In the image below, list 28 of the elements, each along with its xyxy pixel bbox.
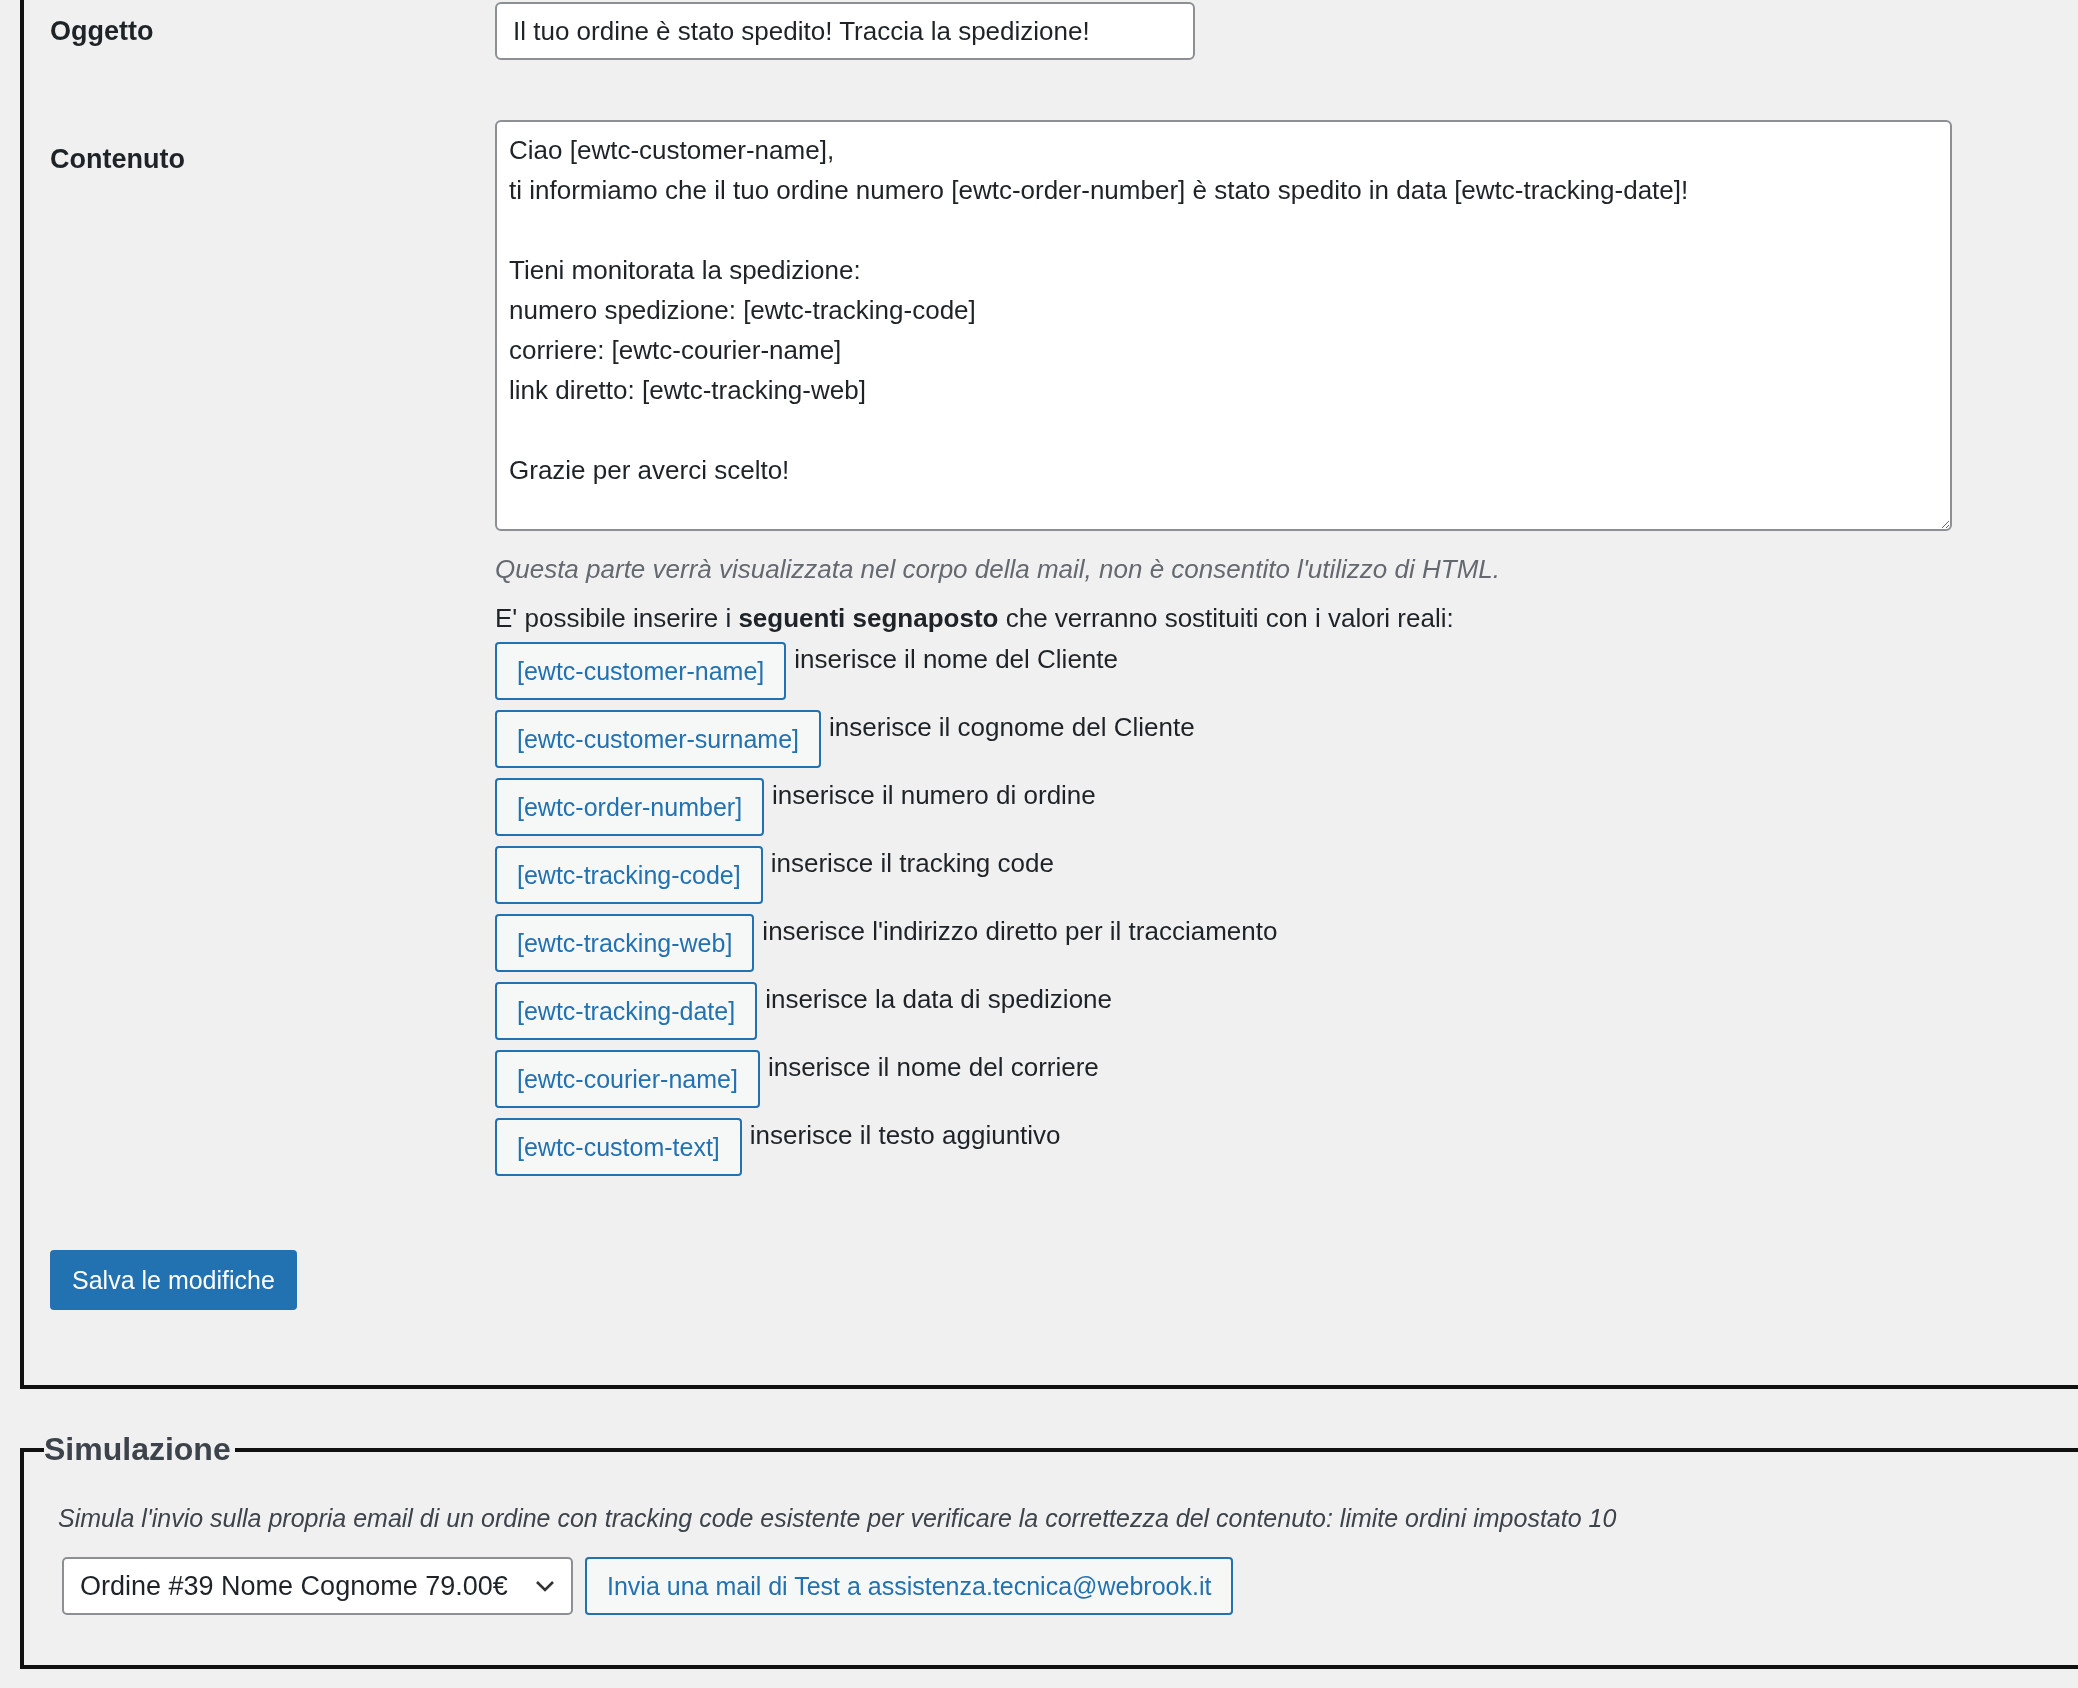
placeholder-description: inserisce il nome del corriere xyxy=(767,1052,1099,1083)
placeholder-description: inserisce il nome del Cliente xyxy=(794,644,1118,675)
placeholder-tag-button[interactable]: [ewtc-order-number] xyxy=(495,778,765,836)
subject-field[interactable]: Il tuo ordine è stato spedito! Traccia la spedizione! xyxy=(495,2,1195,60)
placeholder-description: inserisce il testo aggiuntivo xyxy=(749,1120,1061,1151)
order-select[interactable]: Ordine #39 Nome Cognome 79.00€ xyxy=(62,1557,573,1615)
placeholder-tag-button[interactable]: [ewtc-courier-name] xyxy=(495,1050,760,1108)
placeholder-description: inserisce il cognome del Cliente xyxy=(829,712,1195,743)
placeholders-intro: E' possibile inserire i seguenti segnaposto che verranno sostituiti con i valori reali: xyxy=(495,603,1455,634)
placeholder-tag-button[interactable]: [ewtc-tracking-code] xyxy=(495,846,763,904)
placeholder-tag-button[interactable]: [ewtc-customer-surname] xyxy=(495,710,822,768)
chevron-down-icon xyxy=(535,1580,555,1592)
placeholder-description: inserisce il tracking code xyxy=(770,848,1054,879)
placeholder-description: inserisce l'indirizzo diretto per il tracciamento xyxy=(762,916,1278,947)
simulation-description: Simula l'invio sulla propria email di un ordine con tracking code esistente per verificare la correttezza del contenuto: limite ordini impostato 10 xyxy=(58,1504,1618,1533)
content-label: Contenuto xyxy=(50,143,186,176)
send-test-button[interactable]: Invia una mail di Test a assistenza.tecnica@webrook.it xyxy=(585,1557,1234,1615)
placeholder-tag-button[interactable]: [ewtc-custom-text] xyxy=(495,1118,742,1176)
content-description: Questa parte verrà visualizzata nel corpo della mail, non è consentito l'utilizzo di HTML. xyxy=(495,554,1501,585)
simulation-title: Simulazione xyxy=(44,1431,232,1468)
placeholder-tag-button[interactable]: [ewtc-customer-name] xyxy=(495,642,787,700)
subject-label: Oggetto xyxy=(50,15,155,48)
placeholder-tag-button[interactable]: [ewtc-tracking-date] xyxy=(495,982,758,1040)
placeholder-description: inserisce la data di spedizione xyxy=(765,984,1112,1015)
placeholder-description: inserisce il numero di ordine xyxy=(772,780,1096,811)
save-button[interactable]: Salva le modifiche xyxy=(50,1250,297,1310)
content-textarea[interactable]: Ciao [ewtc-customer-name], ti informiamo che il tuo ordine numero [ewtc-order-number] è stato spedito in data [ewtc-tracking-date]! Tieni monitorata la spedizione: numero spedizione: [ewtc-tracking-code] corriere: [ewtc-courier-name] link diretto: [ewtc-tracking-web] Grazie per averci scelto! xyxy=(495,120,1952,531)
placeholder-tag-button[interactable]: [ewtc-tracking-web] xyxy=(495,914,755,972)
